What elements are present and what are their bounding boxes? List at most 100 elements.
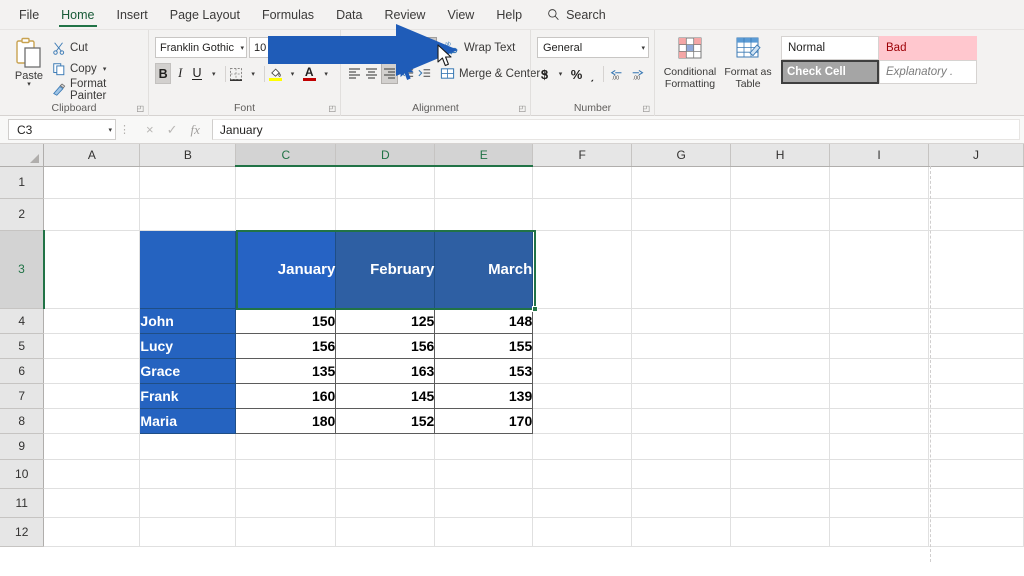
cell-style-bad[interactable]: Bad	[879, 36, 977, 60]
cell-g11[interactable]	[631, 488, 732, 518]
orientation-button[interactable]: a b	[416, 37, 437, 58]
cell-j7[interactable]	[928, 383, 1024, 409]
cell-j10[interactable]	[928, 459, 1024, 489]
cell-e1[interactable]	[434, 166, 534, 199]
cell-f9[interactable]	[532, 433, 633, 460]
cell-f2[interactable]	[532, 198, 633, 231]
cell-d10[interactable]	[335, 459, 436, 489]
cell-h5[interactable]	[730, 333, 831, 359]
formula-input[interactable]: January	[211, 119, 1020, 140]
italic-button[interactable]: I	[172, 63, 188, 84]
align-bottom-button[interactable]	[393, 37, 414, 58]
copy-dropdown-icon[interactable]: ▾	[103, 65, 107, 73]
cell-g5[interactable]	[631, 333, 732, 359]
cell-j12[interactable]	[928, 517, 1024, 547]
formula-bar-handle[interactable]: ⋮	[116, 123, 134, 136]
column-header-a[interactable]: A	[43, 144, 141, 167]
cell-i3[interactable]	[829, 230, 929, 309]
cell-j5[interactable]	[928, 333, 1024, 359]
cell-c1[interactable]	[235, 166, 337, 199]
cell-c4[interactable]: 150	[235, 308, 337, 334]
tab-insert[interactable]: Insert	[106, 0, 159, 30]
cell-h7[interactable]	[730, 383, 831, 409]
cell-j9[interactable]	[928, 433, 1024, 460]
cell-d1[interactable]	[335, 166, 436, 199]
cancel-formula-icon[interactable]: ×	[146, 122, 154, 137]
currency-dropdown-icon[interactable]: ▾	[553, 64, 568, 84]
cell-i11[interactable]	[829, 488, 929, 518]
underline-button[interactable]: U	[189, 63, 205, 84]
cell-c8[interactable]: 180	[235, 408, 337, 434]
cell-h3[interactable]	[730, 230, 831, 309]
cell-d3[interactable]: February	[335, 230, 436, 309]
tab-home[interactable]: Home	[50, 0, 105, 30]
cell-h11[interactable]	[730, 488, 831, 518]
percent-button[interactable]: %	[569, 64, 584, 84]
cell-a11[interactable]	[43, 488, 141, 518]
cell-b10[interactable]	[139, 459, 237, 489]
cell-a9[interactable]	[43, 433, 141, 460]
cell-g2[interactable]	[631, 198, 732, 231]
format-painter-button[interactable]: Format Painter	[52, 78, 142, 102]
cell-c9[interactable]	[235, 433, 337, 460]
conditional-formatting-button[interactable]: Conditional Formatting	[661, 36, 719, 90]
cell-e5[interactable]: 155	[434, 333, 534, 359]
cell-c11[interactable]	[235, 488, 337, 518]
cell-b1[interactable]	[139, 166, 237, 199]
cell-e7[interactable]: 139	[434, 383, 534, 409]
cell-g10[interactable]	[631, 459, 732, 489]
column-header-f[interactable]: F	[532, 144, 633, 167]
cell-b9[interactable]	[139, 433, 237, 460]
fill-color-button[interactable]	[268, 63, 284, 84]
cell-g6[interactable]	[631, 358, 732, 384]
format-as-table-button[interactable]: Format as Table	[719, 36, 777, 90]
row-header-11[interactable]: 11	[0, 488, 45, 518]
borders-dropdown-icon[interactable]: ▾	[245, 63, 261, 84]
column-header-c[interactable]: C	[235, 144, 337, 167]
cell-j11[interactable]	[928, 488, 1024, 518]
increase-decimal-button[interactable]: .00	[607, 64, 627, 84]
align-right-button[interactable]	[381, 63, 398, 84]
cell-a8[interactable]	[43, 408, 141, 434]
row-header-3[interactable]: 3	[0, 230, 45, 309]
fill-color-dropdown-icon[interactable]: ▾	[285, 63, 301, 84]
number-format-select[interactable]: General ▾	[537, 37, 649, 58]
cell-j4[interactable]	[928, 308, 1024, 334]
tab-data[interactable]: Data	[325, 0, 373, 30]
cell-i10[interactable]	[829, 459, 929, 489]
column-header-i[interactable]: I	[829, 144, 929, 167]
column-header-g[interactable]: G	[631, 144, 732, 167]
cell-e9[interactable]	[434, 433, 534, 460]
row-header-9[interactable]: 9	[0, 433, 45, 460]
cell-g1[interactable]	[631, 166, 732, 199]
cell-h8[interactable]	[730, 408, 831, 434]
cell-c7[interactable]: 160	[235, 383, 337, 409]
currency-button[interactable]: $	[537, 64, 552, 84]
cell-f4[interactable]	[532, 308, 633, 334]
cell-c5[interactable]: 156	[235, 333, 337, 359]
fill-handle[interactable]	[532, 306, 538, 312]
cell-style-normal[interactable]: Normal	[781, 36, 879, 60]
cell-c10[interactable]	[235, 459, 337, 489]
cell-g12[interactable]	[631, 517, 732, 547]
row-header-4[interactable]: 4	[0, 308, 45, 334]
font-name-dropdown-icon[interactable]: ▾	[240, 44, 244, 52]
cut-button[interactable]: Cut	[52, 38, 142, 57]
cell-i1[interactable]	[829, 166, 929, 199]
number-format-dropdown-icon[interactable]: ▾	[641, 44, 645, 52]
cell-a3[interactable]	[43, 230, 141, 309]
tab-review[interactable]: Review	[373, 0, 436, 30]
cell-h9[interactable]	[730, 433, 831, 460]
cell-d9[interactable]	[335, 433, 436, 460]
copy-button[interactable]: Copy ▾	[52, 59, 142, 78]
cell-h12[interactable]	[730, 517, 831, 547]
cell-e10[interactable]	[434, 459, 534, 489]
cell-b5[interactable]: Lucy	[139, 333, 237, 359]
cell-b8[interactable]: Maria	[139, 408, 237, 434]
cell-f12[interactable]	[532, 517, 633, 547]
cell-e6[interactable]: 153	[434, 358, 534, 384]
cell-h1[interactable]	[730, 166, 831, 199]
decrease-indent-button[interactable]	[400, 63, 415, 84]
cell-a12[interactable]	[43, 517, 141, 547]
cell-f1[interactable]	[532, 166, 633, 199]
